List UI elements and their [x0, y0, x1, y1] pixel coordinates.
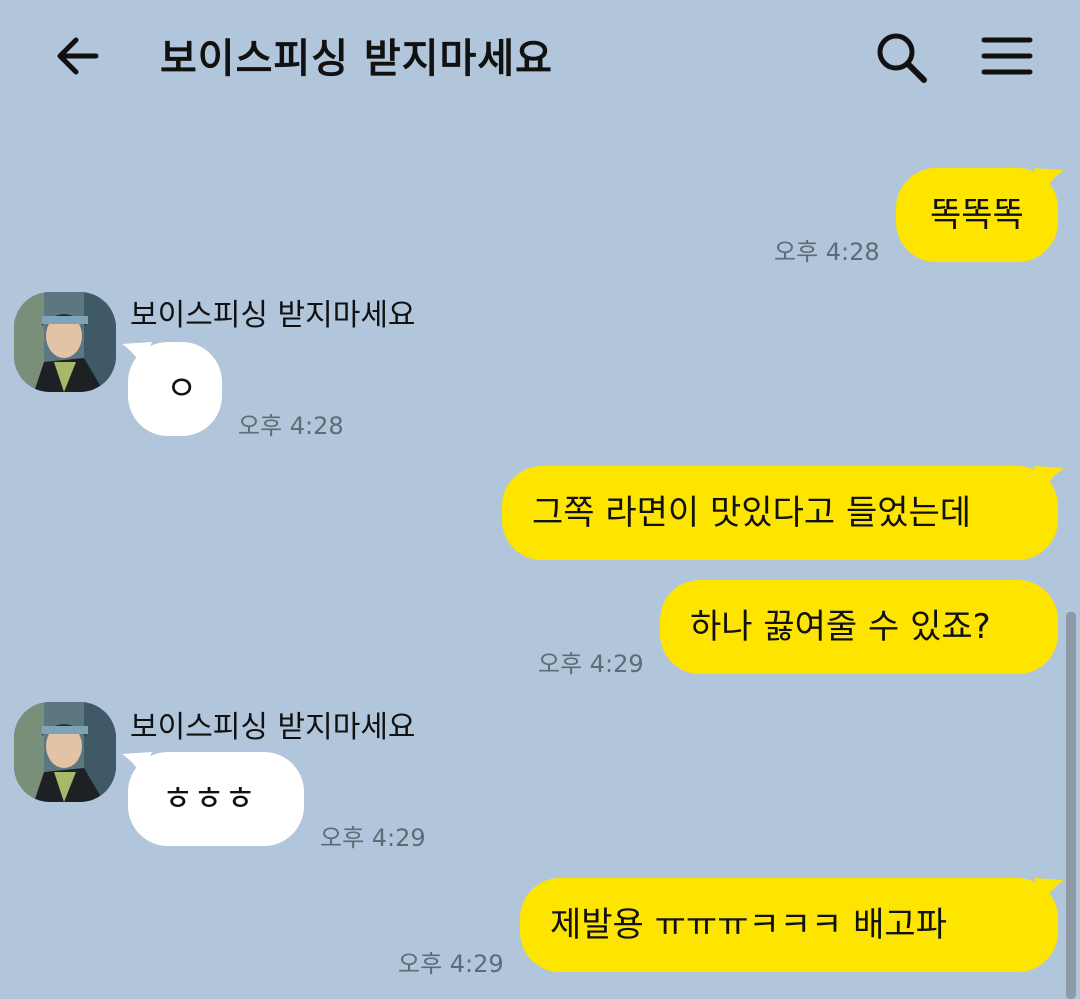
menu-button[interactable]	[978, 30, 1036, 86]
bubble-tail	[1034, 466, 1064, 490]
bubble-tail	[122, 342, 152, 366]
profile-photo	[14, 702, 116, 802]
message-text: 똑똑똑	[930, 195, 1024, 235]
message-text: 하나 끓여줄 수 있죠?	[690, 607, 991, 647]
back-button[interactable]	[50, 30, 106, 86]
search-button[interactable]	[872, 28, 932, 88]
arrow-left-icon	[57, 37, 99, 75]
message-timestamp: 오후 4:28	[238, 412, 344, 440]
message-timestamp: 오후 4:28	[774, 238, 880, 266]
chat-header: 보이스피싱 받지마세요	[0, 0, 1080, 110]
hamburger-menu-icon	[981, 37, 1033, 75]
message-text: ㅎㅎㅎ	[162, 779, 256, 819]
incoming-message-bubble[interactable]: ㅎㅎㅎ	[128, 752, 304, 846]
sender-name: 보이스피싱 받지마세요	[130, 710, 416, 745]
search-icon	[877, 33, 927, 83]
scrollbar[interactable]	[1066, 612, 1076, 999]
sender-name: 보이스피싱 받지마세요	[130, 298, 416, 333]
message-text: ㅇ	[166, 369, 198, 409]
chat-title: 보이스피싱 받지마세요	[160, 36, 553, 82]
outgoing-message-bubble[interactable]: 그쪽 라면이 맛있다고 들었는데	[502, 466, 1058, 560]
avatar[interactable]	[14, 702, 116, 802]
bubble-tail	[1034, 168, 1064, 192]
outgoing-message-bubble[interactable]: 하나 끓여줄 수 있죠?	[660, 580, 1058, 674]
message-timestamp: 오후 4:29	[320, 824, 426, 852]
bubble-tail	[122, 752, 152, 776]
avatar[interactable]	[14, 292, 116, 392]
outgoing-message-bubble[interactable]: 제발용 ㅠㅠㅠㅋㅋㅋ 배고파	[520, 878, 1058, 972]
message-text: 제발용 ㅠㅠㅠㅋㅋㅋ 배고파	[550, 905, 947, 945]
message-timestamp: 오후 4:29	[538, 650, 644, 678]
message-timestamp: 오후 4:29	[398, 950, 504, 978]
message-text: 그쪽 라면이 맛있다고 들었는데	[532, 493, 972, 533]
bubble-tail	[1034, 878, 1064, 902]
profile-photo	[14, 292, 116, 392]
